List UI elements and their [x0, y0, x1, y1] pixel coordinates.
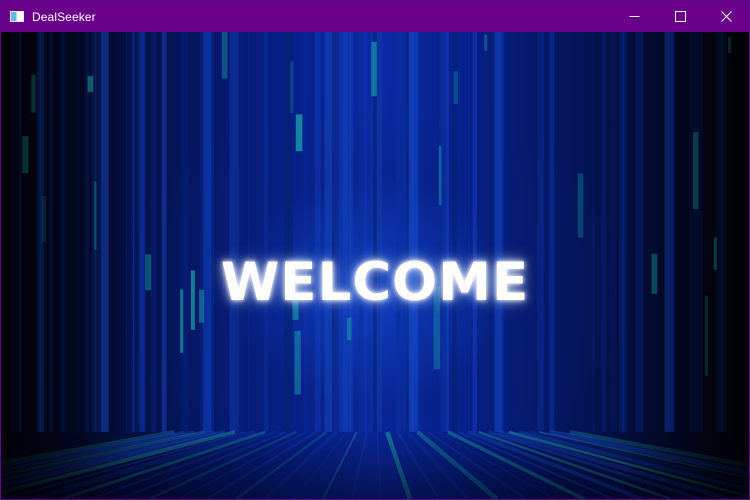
welcome-screen: WELCOME — [1, 32, 749, 499]
minimize-icon — [629, 16, 639, 17]
close-button[interactable] — [703, 1, 749, 32]
minimize-button[interactable] — [611, 1, 657, 32]
window-title: DealSeeker — [32, 9, 96, 24]
welcome-heading: WELCOME — [220, 252, 530, 313]
title-bar[interactable]: DealSeeker — [1, 1, 749, 32]
maximize-button[interactable] — [657, 1, 703, 32]
app-window-icon — [10, 11, 24, 22]
window-controls — [611, 1, 749, 32]
app-window: DealSeeker WELCOME — [0, 0, 750, 500]
maximize-icon — [674, 11, 686, 22]
close-icon — [720, 11, 732, 22]
